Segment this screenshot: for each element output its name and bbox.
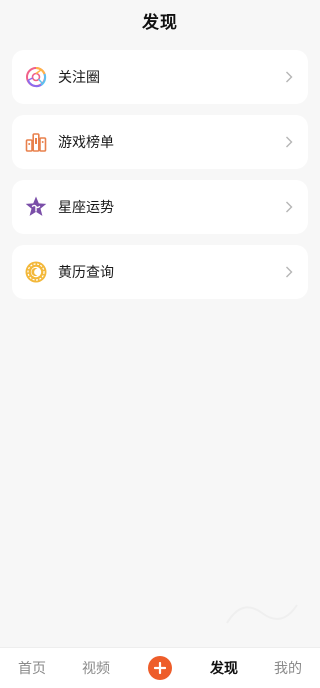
chevron-right-icon	[284, 135, 294, 149]
chevron-right-icon	[284, 200, 294, 214]
list-item-follow-circle[interactable]: 关注圈	[12, 50, 308, 104]
list-item-label: 关注圈	[58, 70, 100, 86]
list-item-label: 游戏榜单	[58, 135, 114, 151]
follow-circle-icon	[24, 65, 48, 89]
list-item-label: 星座运势	[58, 200, 114, 216]
list-item-game-ranking[interactable]: 游戏榜单	[12, 115, 308, 169]
tab-video[interactable]: 视频	[64, 658, 128, 678]
almanac-coin-icon	[24, 260, 48, 284]
tab-discover[interactable]: 发现	[192, 658, 256, 678]
bottom-tab-bar: 首页 视频 发现 我的	[0, 647, 320, 688]
list-item-label: 黄历查询	[58, 265, 114, 281]
star-horoscope-icon	[24, 195, 48, 219]
chevron-right-icon	[284, 70, 294, 84]
watermark-decoration	[222, 593, 302, 633]
list-item-almanac[interactable]: 黄历查询	[12, 245, 308, 299]
page-title: 发现	[142, 12, 178, 33]
list-item-horoscope[interactable]: 星座运势	[12, 180, 308, 234]
plus-icon[interactable]	[148, 656, 172, 680]
chevron-right-icon	[284, 265, 294, 279]
tab-home[interactable]: 首页	[0, 658, 64, 678]
tab-add[interactable]	[128, 656, 192, 680]
discover-list: 关注圈 游戏榜单 星座运势 黄历查询	[12, 50, 308, 310]
tab-mine[interactable]: 我的	[256, 658, 320, 678]
header: 发现	[0, 0, 320, 40]
game-ranking-icon	[24, 130, 48, 154]
